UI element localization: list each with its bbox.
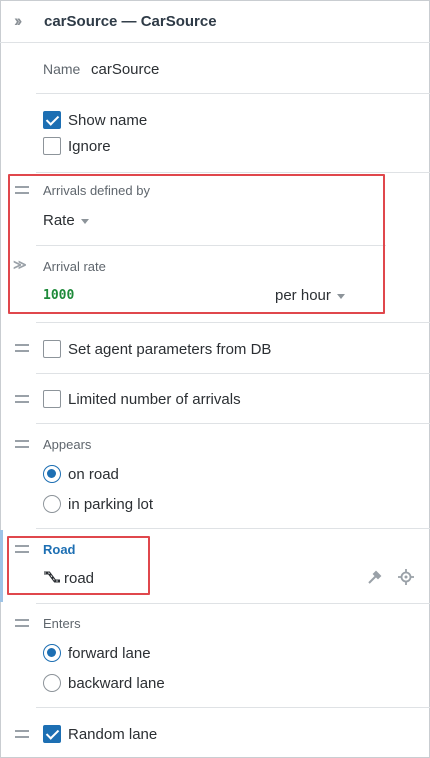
drag-handle-icon[interactable] [15, 440, 29, 448]
panel-title: carSource — CarSource [44, 13, 217, 30]
random-lane-checkbox[interactable] [43, 725, 61, 743]
divider [36, 373, 430, 374]
divider [36, 322, 430, 323]
show-name-checkbox[interactable] [43, 111, 61, 129]
appears-on-road-label: on road [68, 466, 119, 483]
appears-parking-lot-label: in parking lot [68, 496, 154, 513]
pick-from-model-icon[interactable] [366, 569, 384, 587]
double-chevron-right-icon[interactable]: ›› [14, 12, 32, 30]
properties-panel [0, 0, 430, 758]
panel-header: ›› carSource — CarSource [0, 0, 430, 43]
name-field[interactable]: carSource [91, 61, 159, 78]
selection-indicator [0, 530, 3, 602]
appears-on-road-radio[interactable] [43, 465, 61, 483]
limited-arrivals-checkbox[interactable] [43, 390, 61, 408]
random-lane-label: Random lane [68, 726, 158, 743]
ignore-label: Ignore [68, 138, 111, 155]
appears-label: Appears [43, 437, 92, 452]
divider [36, 172, 430, 173]
drag-handle-icon[interactable] [15, 344, 29, 352]
set-agent-params-checkbox[interactable] [43, 340, 61, 358]
divider [36, 707, 430, 708]
enters-label: Enters [43, 616, 81, 631]
set-agent-params-label: Set agent parameters from DB [68, 341, 272, 358]
drag-handle-icon[interactable] [15, 619, 29, 627]
limited-arrivals-label: Limited number of arrivals [68, 391, 241, 408]
highlight-box-arrivals [8, 174, 385, 314]
locate-target-icon[interactable] [397, 569, 415, 587]
divider [36, 603, 430, 604]
enters-forward-lane-radio[interactable] [43, 644, 61, 662]
divider [36, 528, 430, 529]
highlight-box-road [7, 536, 150, 595]
ignore-checkbox[interactable] [43, 137, 61, 155]
show-name-label: Show name [68, 112, 148, 129]
divider [36, 93, 430, 94]
divider [36, 423, 430, 424]
enters-forward-lane-label: forward lane [68, 645, 151, 662]
appears-parking-lot-radio[interactable] [43, 495, 61, 513]
drag-handle-icon[interactable] [15, 730, 29, 738]
name-label: Name [43, 61, 81, 77]
enters-backward-lane-label: backward lane [68, 675, 165, 692]
enters-backward-lane-radio[interactable] [43, 674, 61, 692]
drag-handle-icon[interactable] [15, 395, 29, 403]
